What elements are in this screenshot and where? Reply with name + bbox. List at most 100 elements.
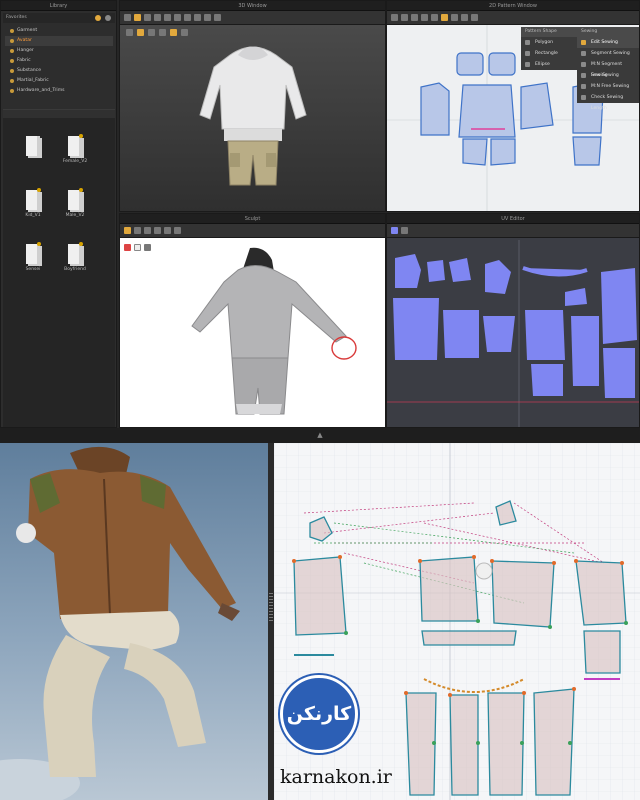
menu-item-ellipse[interactable]: Ellipse <box>521 59 577 70</box>
hood-piece-right[interactable] <box>488 52 516 76</box>
tree-item-hardware[interactable]: Hardware_and_Trims <box>5 86 113 96</box>
add-favorite-icon[interactable] <box>95 15 101 21</box>
avatar-tool-icon[interactable] <box>194 14 201 21</box>
tree-item-garment[interactable]: Garment <box>5 26 113 36</box>
tree-item-hanger[interactable]: Hanger <box>5 46 113 56</box>
pattern-piece[interactable] <box>405 692 437 796</box>
ellipse-tool-icon[interactable] <box>451 14 458 21</box>
file-label: Female_V2 <box>62 159 88 164</box>
menu-item-rectangle[interactable]: Rectangle <box>521 48 577 59</box>
pattern-piece[interactable] <box>583 630 621 674</box>
select-tool-icon[interactable] <box>124 14 131 21</box>
uv-move-icon[interactable] <box>401 227 408 234</box>
uv-layout <box>387 240 639 427</box>
bottom-status-bar: ▲ <box>0 428 640 443</box>
tree-item-fabric[interactable]: Fabric <box>5 56 113 66</box>
file-label: Male_V2 <box>65 213 85 218</box>
flatten-icon[interactable] <box>174 227 181 234</box>
file-browser: Female_V2 Kid_V1 Male_V2 Sensei Boyfrien… <box>3 109 115 427</box>
pattern-piece[interactable] <box>491 560 555 628</box>
settings-icon[interactable] <box>105 15 111 21</box>
library-tree: Garment Avatar Hanger Fabric Substance M… <box>5 26 113 96</box>
cuff-piece[interactable] <box>572 136 602 166</box>
tape-tool-icon[interactable] <box>164 14 171 21</box>
fold-tool-icon[interactable] <box>154 14 161 21</box>
measure-tool-icon[interactable] <box>184 14 191 21</box>
favorites-header: Favorites <box>3 13 115 23</box>
menu-item-check-sewing-length[interactable]: Check Sewing Length <box>577 92 639 111</box>
sewing-tool-icon[interactable] <box>471 14 478 21</box>
file-item[interactable] <box>13 136 53 159</box>
pattern-piece[interactable] <box>449 694 479 796</box>
folder-icon <box>68 134 83 156</box>
tree-item-substance[interactable]: Substance <box>5 66 113 76</box>
file-item[interactable]: Sensei <box>13 242 53 272</box>
file-item[interactable]: Male_V2 <box>55 188 95 218</box>
collapse-arrow-icon[interactable]: ▲ <box>317 431 322 439</box>
toolbar-3d <box>120 11 385 25</box>
hoodie-3d-model <box>199 46 307 186</box>
curve-point-icon[interactable] <box>411 14 418 21</box>
file-item[interactable]: Boyfriend <box>55 242 95 272</box>
window-3d[interactable]: 3D Window <box>119 0 386 212</box>
pattern-piece[interactable] <box>487 692 525 796</box>
pinch-icon[interactable] <box>154 227 161 234</box>
menu-item-mn-free-sewing[interactable]: M:N Free Sewing <box>577 81 639 92</box>
app-window: Library Favorites Garment Avatar Hanger … <box>0 0 640 443</box>
file-item[interactable]: Kid_V1 <box>13 188 53 218</box>
rectangle-tool-icon[interactable] <box>441 14 448 21</box>
pocket-piece[interactable] <box>462 138 488 166</box>
sewing-menu: Sewing Edit Sewing Segment Sewing M:N Se… <box>577 27 639 111</box>
sleeve-piece-left[interactable] <box>420 82 450 136</box>
add-point-icon[interactable] <box>421 14 428 21</box>
pattern-piece[interactable] <box>293 556 347 636</box>
pattern-piece[interactable] <box>419 556 479 622</box>
viewport-3d[interactable] <box>120 25 385 211</box>
pocket-piece-2[interactable] <box>490 138 516 166</box>
tree-item-martial-fabric[interactable]: Martial_Fabric <box>5 76 113 86</box>
file-item[interactable]: Female_V2 <box>55 134 95 164</box>
drag-handle-icon[interactable] <box>269 593 273 623</box>
library-title: Library <box>1 1 116 11</box>
sculpt-panel[interactable]: Sculpt <box>119 213 386 428</box>
library-panel: Library Favorites Garment Avatar Hanger … <box>0 0 117 428</box>
folder-icon <box>68 188 83 210</box>
move-tool-icon[interactable] <box>134 14 141 21</box>
fitting-tool-icon[interactable] <box>204 14 211 21</box>
grab-icon[interactable] <box>164 227 171 234</box>
menu-item-free-sewing[interactable]: Free Sewing <box>577 70 639 81</box>
menu-item-mn-segment-sewing[interactable]: M:N Segment Sewing <box>577 59 639 78</box>
pattern-piece[interactable] <box>533 688 575 796</box>
folder-icon <box>26 242 41 264</box>
inflate-icon[interactable] <box>144 227 151 234</box>
sewing-header: Sewing <box>577 27 639 37</box>
toolbar-2d <box>387 11 639 25</box>
back-piece[interactable] <box>520 82 554 130</box>
internal-line-icon[interactable] <box>461 14 468 21</box>
texture-tool-icon[interactable] <box>214 14 221 21</box>
menu-item-polygon[interactable]: Polygon <box>521 37 577 48</box>
uv-select-icon[interactable] <box>391 227 398 234</box>
pattern-piece[interactable] <box>421 630 517 646</box>
menu-item-edit-sewing[interactable]: Edit Sewing <box>577 37 639 48</box>
pattern-piece[interactable] <box>575 560 627 626</box>
polygon-tool-icon[interactable] <box>431 14 438 21</box>
fabric-tool-icon[interactable] <box>174 14 181 21</box>
transform-tool-icon[interactable] <box>391 14 398 21</box>
jacket-3d-render <box>0 443 268 800</box>
pattern-layout-view: کارنکن karnakon.ir <box>274 443 640 800</box>
hood-piece-left[interactable] <box>456 52 484 76</box>
edit-point-icon[interactable] <box>401 14 408 21</box>
uv-toolbar <box>387 224 639 238</box>
file-label: Kid_V1 <box>25 213 41 218</box>
menu-item-segment-sewing[interactable]: Segment Sewing <box>577 48 639 59</box>
pin-tool-icon[interactable] <box>144 14 151 21</box>
uv-editor-panel[interactable]: UV Editor <box>386 213 640 428</box>
window-2d-pattern[interactable]: 2D Pattern Window Pattern Shape Polygon … <box>386 0 640 212</box>
website-watermark: karnakon.ir <box>280 766 392 788</box>
brush-icon[interactable] <box>124 227 131 234</box>
window-2d-title: 2D Pattern Window <box>387 1 639 11</box>
logo-text: کارنکن <box>286 703 352 725</box>
tree-item-avatar[interactable]: Avatar <box>5 36 113 46</box>
smooth-icon[interactable] <box>134 227 141 234</box>
